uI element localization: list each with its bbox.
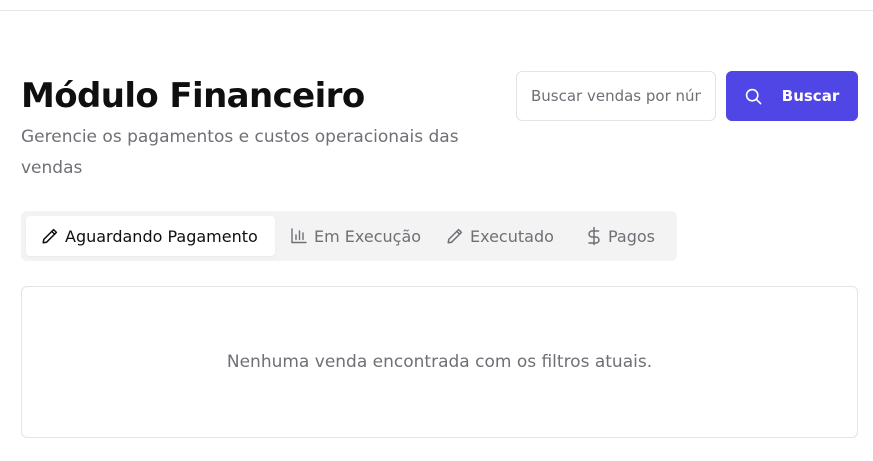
search-input[interactable]: [516, 71, 716, 121]
search-button-label: Buscar: [781, 87, 840, 105]
tab-label: Pagos: [608, 226, 656, 246]
search-button[interactable]: Buscar: [726, 71, 858, 121]
search-icon: [745, 88, 762, 105]
status-tabs: Aguardando Pagamento Em Execução Executa…: [21, 211, 677, 261]
page-title: Módulo Financeiro: [21, 76, 365, 116]
top-bar: [0, 0, 873, 11]
tab-pagos[interactable]: Pagos: [571, 216, 671, 256]
page-subtitle: Gerencie os pagamentos e custos operacio…: [21, 127, 459, 178]
tab-label: Em Execução: [314, 226, 422, 246]
empty-state-message: Nenhuma venda encontrada com os filtros …: [226, 352, 653, 372]
tab-label: Executado: [470, 226, 554, 246]
tab-executado[interactable]: Executado: [431, 216, 571, 256]
dollar-icon: [586, 226, 602, 246]
tab-em-execucao[interactable]: Em Execução: [275, 216, 431, 256]
tab-label: Aguardando Pagamento: [65, 226, 258, 246]
pencil-icon: [41, 227, 59, 245]
tab-aguardando-pagamento[interactable]: Aguardando Pagamento: [26, 216, 275, 256]
bar-chart-icon: [290, 227, 308, 245]
pencil-icon: [446, 227, 464, 245]
results-panel: Nenhuma venda encontrada com os filtros …: [21, 286, 858, 438]
